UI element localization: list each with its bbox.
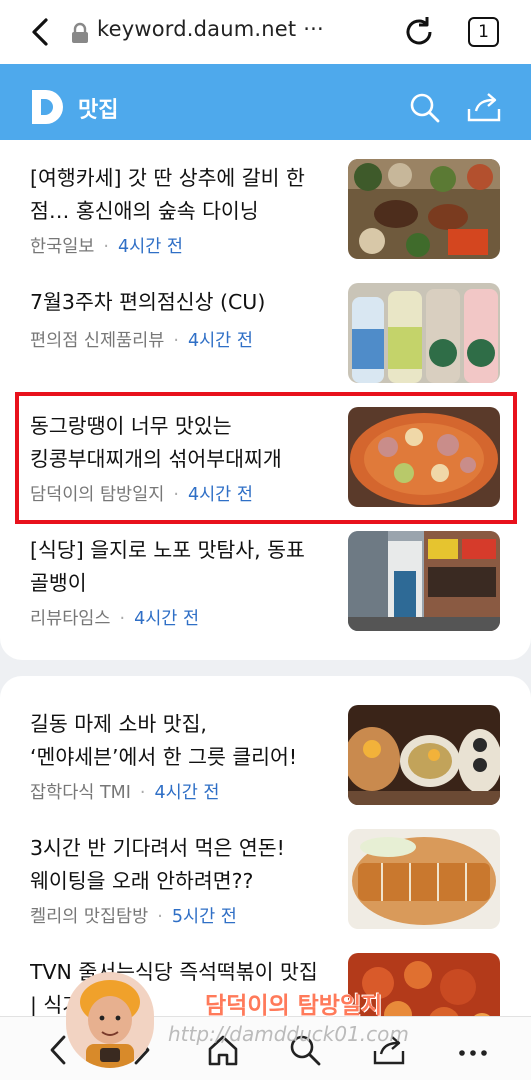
article-meta: 편의점 신제품리뷰 · 4시간 전 xyxy=(30,331,253,351)
article-source: 켈리의 맛집탐방 xyxy=(30,907,149,927)
article-title[interactable]: [식당] 을지로 노포 맛탐사, 동표 골뱅이 xyxy=(30,534,330,600)
article-title[interactable]: 7월3주차 편의점신상 (CU) xyxy=(30,286,330,319)
back-arrow-icon[interactable] xyxy=(26,16,56,48)
article-item[interactable]: 길동 마제 소바 맛집, ‘멘야세븐’에서 한 그릇 클리어!(7주년… 잡학다… xyxy=(0,694,531,818)
lock-icon xyxy=(72,22,88,43)
article-source: 잡학다식 TMI xyxy=(30,783,131,803)
reload-icon[interactable] xyxy=(402,15,436,49)
article-time: 5시간 전 xyxy=(171,907,237,927)
article-time: 4시간 전 xyxy=(154,783,220,803)
article-source: 리뷰타임스 xyxy=(30,609,111,629)
article-source: 한국일보 xyxy=(30,237,95,257)
article-time: 4시간 전 xyxy=(117,237,183,257)
browser-toolbar: keyword.daum.net ··· 1 xyxy=(0,0,531,64)
article-time: 4시간 전 xyxy=(187,331,253,351)
article-thumbnail[interactable] xyxy=(348,531,500,631)
article-title[interactable]: [여행카세] 갓 딴 상추에 갈비 한 점… 홍신애의 숲속 다이닝 xyxy=(30,162,330,228)
article-time: 4시간 전 xyxy=(134,609,200,629)
tab-count-button[interactable]: 1 xyxy=(468,17,499,47)
article-item[interactable]: [식당] 을지로 노포 맛탐사, 동표 골뱅이 리뷰타임스 · 4시간 전 xyxy=(0,520,531,644)
page-title: 맛집 xyxy=(78,98,119,123)
article-source: 편의점 신제품리뷰 xyxy=(30,331,165,351)
daum-header: 맛집 xyxy=(0,64,531,148)
article-item[interactable]: 7월3주차 편의점신상 (CU) 편의점 신제품리뷰 · 4시간 전 xyxy=(0,272,531,396)
address-bar[interactable]: keyword.daum.net ··· xyxy=(97,17,324,41)
article-meta: 잡학다식 TMI · 4시간 전 xyxy=(30,783,220,803)
more-icon[interactable] xyxy=(456,1033,490,1067)
article-thumbnail[interactable] xyxy=(348,159,500,259)
watermark-avatar xyxy=(66,972,154,1068)
article-title[interactable]: 3시간 반 기다려서 먹은 연돈! 웨이팅을 오래 안하려면?? xyxy=(30,832,330,898)
watermark-url: http://damdduck01.com xyxy=(168,1022,409,1046)
article-thumbnail[interactable] xyxy=(348,705,500,805)
share-icon[interactable] xyxy=(466,91,502,123)
article-meta: 리뷰타임스 · 4시간 전 xyxy=(30,609,200,629)
highlight-box xyxy=(15,392,517,524)
news-card-2: 길동 마제 소바 맛집, ‘멘야세븐’에서 한 그릇 클리어!(7주년… 잡학다… xyxy=(0,676,531,1053)
article-thumbnail[interactable] xyxy=(348,283,500,383)
article-meta: 켈리의 맛집탐방 · 5시간 전 xyxy=(30,907,237,927)
article-item[interactable]: 3시간 반 기다려서 먹은 연돈! 웨이팅을 오래 안하려면?? 켈리의 맛집탐… xyxy=(0,818,531,942)
daum-logo-icon[interactable] xyxy=(30,88,66,126)
watermark-title: 담덕이의 탐방일지 xyxy=(205,992,383,1019)
article-thumbnail[interactable] xyxy=(348,829,500,929)
article-title[interactable]: 길동 마제 소바 맛집, ‘멘야세븐’에서 한 그릇 클리어!(7주년… xyxy=(30,708,330,774)
article-meta: 한국일보 · 4시간 전 xyxy=(30,237,183,257)
search-icon[interactable] xyxy=(408,91,440,123)
article-item[interactable]: [여행카세] 갓 딴 상추에 갈비 한 점… 홍신애의 숲속 다이닝 한국일보 ·… xyxy=(0,148,531,272)
